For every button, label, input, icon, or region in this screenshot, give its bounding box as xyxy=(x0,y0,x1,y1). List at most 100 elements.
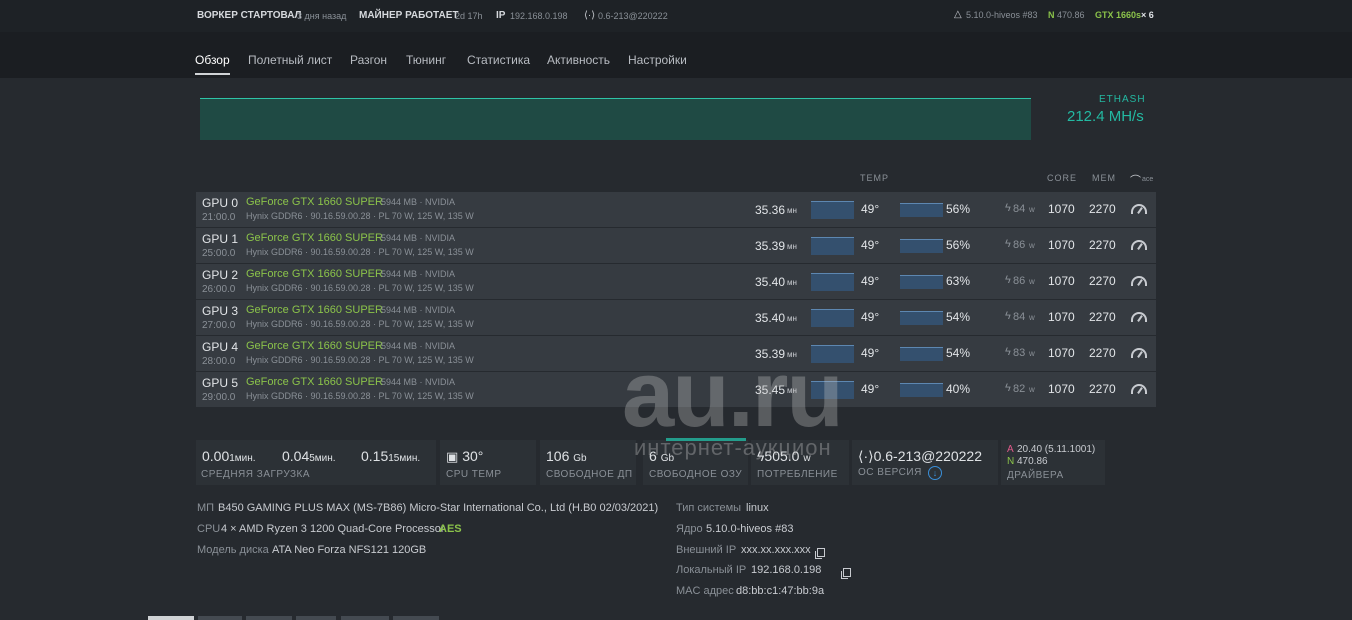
gpu-name: GPU 0 xyxy=(202,196,239,210)
gpu-mem-clock: 2270 xyxy=(1089,382,1116,396)
cpu-temp-label: CPU TEMP xyxy=(446,469,502,480)
bottom-tab[interactable] xyxy=(393,616,439,620)
algo-label: ETHASH xyxy=(1099,94,1146,105)
bottom-tab-active[interactable] xyxy=(148,616,194,620)
cpu-temp: ▣ 30° xyxy=(446,448,483,465)
gpu-temp: 49° xyxy=(861,382,880,396)
gpu-row[interactable]: GPU 1 25:00.0 GeForce GTX 1660 SUPER 5944 M… xyxy=(196,228,1156,263)
gpu-details: Hynix GDDR6 · 90.16.59.00.28 · PL 70 W, … xyxy=(246,211,474,221)
os-type-label: Тип системы xyxy=(676,502,742,514)
upgrade-icon[interactable]: ↓ xyxy=(928,466,942,480)
tab-overview[interactable]: Обзор xyxy=(195,53,230,67)
cpu-temp-value: 30° xyxy=(462,448,484,464)
gpu-power-unit: w xyxy=(1029,385,1035,394)
kernel-icon: △ xyxy=(954,9,962,20)
overclock-gauge-icon[interactable] xyxy=(1131,384,1147,394)
gpu-fan: 54% xyxy=(946,346,971,360)
gpu-mem-clock: 2270 xyxy=(1089,310,1116,324)
gpu-core-clock: 1070 xyxy=(1048,274,1075,288)
gpu-model: GeForce GTX 1660 SUPER xyxy=(246,196,383,208)
fan-sparkline xyxy=(900,311,943,325)
cpu-aes-flag: AES xyxy=(439,523,462,535)
gpu-power: 84 xyxy=(1013,203,1026,215)
overclock-gauge-icon[interactable] xyxy=(1131,348,1147,358)
gpu-hashrate: 35.40 xyxy=(755,311,786,325)
hashrate-sparkline xyxy=(811,201,854,219)
gpu-power-unit: w xyxy=(1029,313,1035,322)
gpu-details: Hynix GDDR6 · 90.16.59.00.28 · PL 70 W, … xyxy=(246,355,474,365)
copy-local-ip-icon[interactable] xyxy=(841,567,852,579)
tab-settings[interactable]: Настройки xyxy=(628,53,687,67)
load-5: 0.045мин. xyxy=(282,448,336,464)
bottom-tab[interactable] xyxy=(198,616,242,620)
gpu-hashrate: 35.40 xyxy=(755,275,786,289)
load-1-unit: 1мин. xyxy=(229,453,256,464)
gpu-bus-id: 25:00.0 xyxy=(202,248,236,259)
disk-model-value: ATA Neo Forza NFS121 120GB xyxy=(272,544,427,556)
tab-flight-sheet[interactable]: Полетный лист xyxy=(248,53,332,67)
miner-status-label: МАЙНЕР РАБОТАЕТ xyxy=(359,10,459,21)
cpu-chip-icon: ▣ xyxy=(446,449,459,464)
overclock-gauge-icon[interactable] xyxy=(1131,312,1147,322)
hashrate-sparkline xyxy=(811,273,854,291)
active-tab-indicator xyxy=(195,73,230,75)
load-5-value: 0.04 xyxy=(282,448,310,464)
load-average-card: 0.001мин. 0.045мин. 0.1515мин. СРЕДНЯЯ З… xyxy=(196,440,436,485)
load-15-value: 0.15 xyxy=(361,448,389,464)
drivers-card: A 20.40 (5.11.1001) N 470.86 ДРАЙВЕРА xyxy=(1001,440,1105,485)
gpu-memory: 5944 MB · NVIDIA xyxy=(381,305,456,315)
bottom-tab[interactable] xyxy=(341,616,389,620)
disk-free-value: 106 xyxy=(546,448,570,464)
os-version-value: 0.6-213@220222 xyxy=(873,448,983,464)
gpu-row[interactable]: GPU 3 27:00.0 GeForce GTX 1660 SUPER 5944 M… xyxy=(196,300,1156,335)
watermark-logo: au.ru xyxy=(622,341,844,446)
tab-tuning[interactable]: Тюнинг xyxy=(406,53,446,67)
worker-started-value: 3 дня назад xyxy=(297,11,347,21)
tab-activity[interactable]: Активность xyxy=(547,53,610,67)
gpu-core-clock: 1070 xyxy=(1048,310,1075,324)
hashrate-sparkline xyxy=(811,237,854,255)
gpu-memory: 5944 MB · NVIDIA xyxy=(381,197,456,207)
overclock-gauge-icon[interactable] xyxy=(1131,240,1147,250)
load-label: СРЕДНЯЯ ЗАГРУЗКА xyxy=(201,469,311,480)
os-version-card: ⟨·⟩0.6-213@220222 ОС ВЕРСИЯ ↓ xyxy=(852,440,998,485)
fan-sparkline xyxy=(900,347,943,361)
hashrate-value: 212.4 MH/s xyxy=(1067,108,1144,125)
worker-started-label: ВОРКЕР СТАРТОВАЛ xyxy=(197,10,302,21)
tab-overclock[interactable]: Разгон xyxy=(350,53,387,67)
tab-statistics[interactable]: Статистика xyxy=(467,53,530,67)
version-small-icon: ⟨·⟩ xyxy=(858,448,874,464)
gpu-row[interactable]: GPU 2 26:00.0 GeForce GTX 1660 SUPER 5944 M… xyxy=(196,264,1156,299)
gpu-memory: 5944 MB · NVIDIA xyxy=(381,269,456,279)
gpu-power: 82 xyxy=(1013,383,1026,395)
gpu-power: 86 xyxy=(1013,275,1026,287)
gpu-details: Hynix GDDR6 · 90.16.59.00.28 · PL 70 W, … xyxy=(246,247,474,257)
power-bolt-icon: ϟ xyxy=(1005,310,1011,322)
kernel-label: Ядро xyxy=(676,523,703,535)
copy-external-ip-icon[interactable] xyxy=(815,547,825,559)
bottom-tab[interactable] xyxy=(296,616,336,620)
gpu-hashrate: 35.39 xyxy=(755,239,786,253)
cpu-temp-card: ▣ 30° CPU TEMP xyxy=(440,440,536,485)
overclock-gauge-icon[interactable] xyxy=(1131,204,1147,214)
gpu-bus-id: 26:00.0 xyxy=(202,284,236,295)
version-icon: ⟨·⟩ xyxy=(584,10,596,21)
oc-header-icon: ⌒ xyxy=(1130,175,1141,187)
gpu-mem-clock: 2270 xyxy=(1089,274,1116,288)
gpu-temp: 49° xyxy=(861,238,880,252)
gpu-temp: 49° xyxy=(861,346,880,360)
hashrate-chart xyxy=(200,98,1031,140)
power-bolt-icon: ϟ xyxy=(1005,202,1011,214)
mac-label: MAC адрес xyxy=(676,585,734,597)
ram-free-label: СВОБОДНОЕ ОЗУ xyxy=(649,469,743,480)
external-ip-label: Внешний IP xyxy=(676,544,737,556)
core-header: CORE xyxy=(1047,173,1078,183)
bottom-tab[interactable] xyxy=(246,616,292,620)
overclock-gauge-icon[interactable] xyxy=(1131,276,1147,286)
mb-label: МП xyxy=(197,502,215,514)
gpu-row[interactable]: GPU 0 21:00.0 GeForce GTX 1660 SUPER 5944 M… xyxy=(196,192,1156,227)
nvidia-label: N xyxy=(1048,10,1055,20)
gpu-name: GPU 2 xyxy=(202,268,239,282)
gpu-fan: 40% xyxy=(946,382,971,396)
local-ip-value: 192.168.0.198 xyxy=(751,564,822,576)
